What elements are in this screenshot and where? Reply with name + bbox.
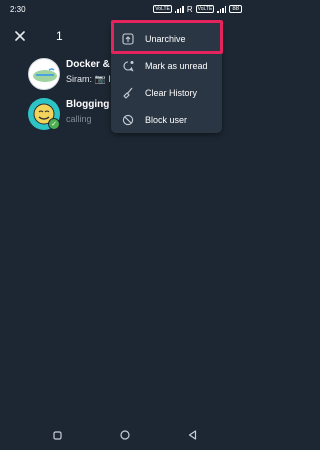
close-selection-button[interactable] [0,18,40,54]
menu-item-label: Mark as unread [145,60,208,71]
status-icons: VoLTE R VoLTE 88 [153,5,242,14]
broom-icon [120,85,136,101]
battery-icon: 88 [229,5,242,13]
roaming-label: R [186,4,193,14]
menu-item-unarchive[interactable]: Unarchive [111,25,222,52]
volte-chip-1: VoLTE [153,5,172,13]
status-time: 2:30 [10,4,26,14]
volte-chip-2: VoLTE [195,5,215,13]
chat-preview: Siram: 📷 I [66,74,111,84]
menu-item-clear-history[interactable]: Clear History [111,79,222,106]
avatar [28,58,60,90]
selected-count: 1 [56,29,63,43]
signal-icon-2 [217,5,227,13]
chat-preview: calling [66,114,92,124]
status-bar: 2:30 VoLTE R VoLTE 88 [0,0,250,18]
signal-icon-1 [174,5,184,13]
mark-unread-icon [120,58,136,74]
menu-item-label: Block user [145,114,188,125]
close-icon [15,31,25,41]
block-icon [120,112,136,128]
menu-item-label: Unarchive [145,33,186,44]
square-icon [53,430,62,440]
unarchive-icon [120,31,136,47]
context-menu: Unarchive Mark as unread Clear History B… [111,22,222,133]
system-nav-bar [0,420,250,450]
group-logo-icon [33,68,57,82]
back-button[interactable] [183,425,203,445]
menu-item-label: Clear History [145,87,198,98]
home-button[interactable] [115,425,135,445]
circle-icon [120,430,130,440]
recent-apps-button[interactable] [48,425,68,445]
menu-item-block-user[interactable]: Block user [111,106,222,133]
back-triangle-icon [188,430,197,440]
menu-item-mark-unread[interactable]: Mark as unread [111,52,222,79]
selected-check-icon: ✓ [48,118,60,130]
